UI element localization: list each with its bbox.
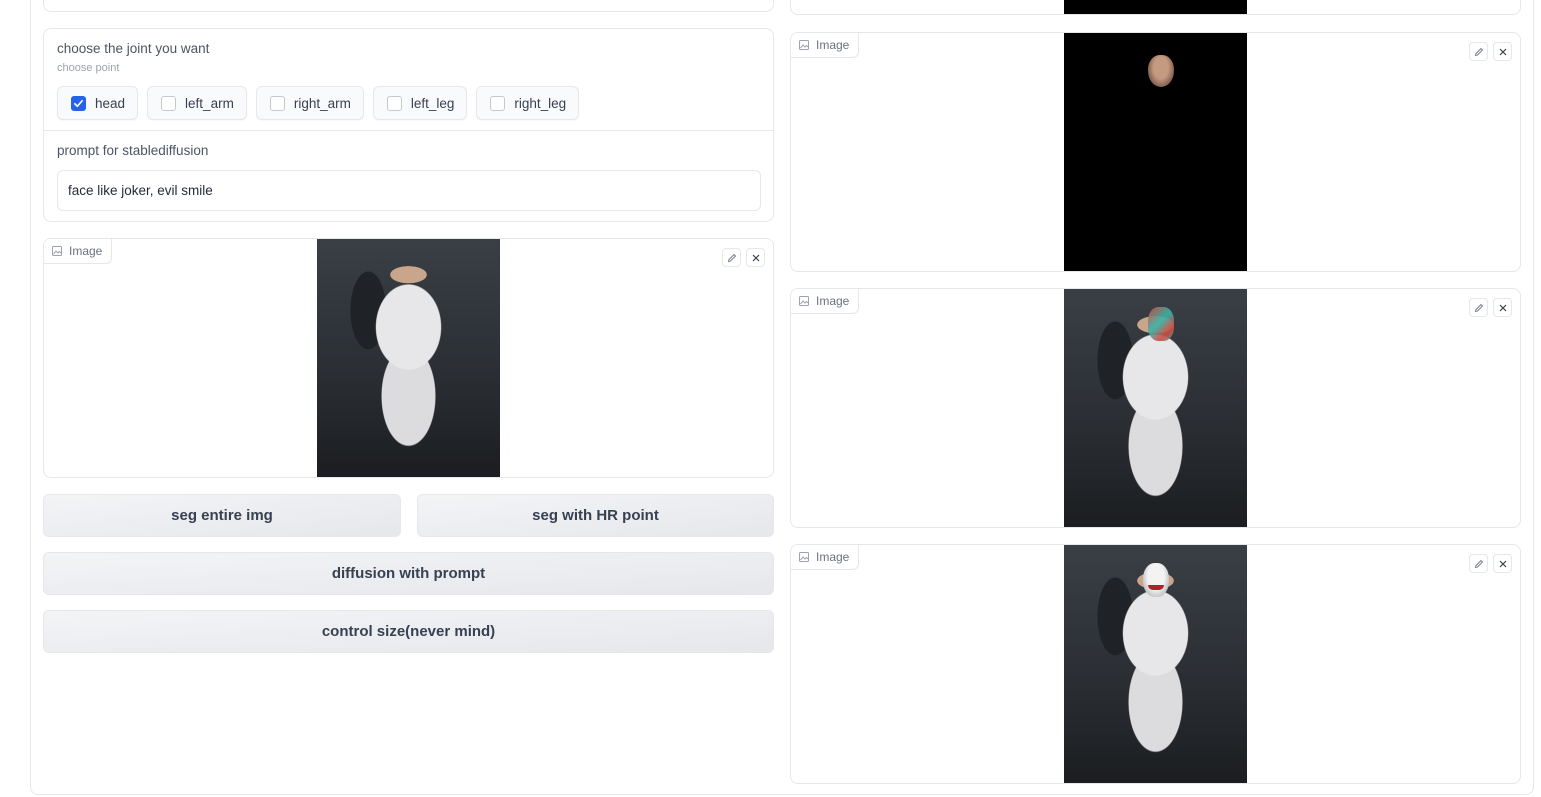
checkbox-label: head — [95, 95, 126, 111]
checkbox-unchecked-icon[interactable] — [161, 95, 177, 111]
input-image-panel[interactable]: Image — [43, 238, 774, 478]
image-label-tag: Image — [44, 239, 113, 264]
checkbox-unchecked-icon[interactable] — [386, 95, 402, 111]
image-toolbar — [1469, 298, 1512, 317]
segmented-head-overlay — [1148, 307, 1174, 341]
image-label-text: Image — [816, 294, 850, 308]
checkbox-label: right_arm — [293, 95, 351, 111]
edit-button[interactable] — [1469, 554, 1488, 573]
image-toolbar — [722, 248, 765, 267]
checkbox-label: right_leg — [514, 95, 567, 111]
checkbox-label: left_arm — [185, 95, 234, 111]
joint-checkbox-group: head left_arm right_arm left_leg right_l… — [57, 86, 580, 120]
image-icon — [799, 552, 809, 562]
clear-button[interactable] — [1493, 554, 1512, 573]
close-icon — [752, 254, 759, 261]
joint-info: choose point — [57, 62, 120, 74]
edit-button[interactable] — [722, 248, 741, 267]
clipped-mask-photo — [1064, 0, 1247, 14]
prompt-input[interactable] — [57, 170, 761, 211]
joker-smile — [1148, 585, 1164, 590]
control-size-button[interactable]: control size(never mind) — [43, 610, 774, 653]
close-icon — [1499, 48, 1506, 55]
clipped-input-block — [43, 0, 774, 12]
clear-button[interactable] — [746, 248, 765, 267]
seg-with-hr-point-button[interactable]: seg with HR point — [417, 494, 774, 537]
edit-button[interactable] — [1469, 42, 1488, 61]
diffusion-photo — [1064, 545, 1247, 783]
image-icon — [799, 40, 809, 50]
image-toolbar — [1469, 42, 1512, 61]
mask-photo — [1064, 33, 1247, 271]
checkbox-left-leg[interactable]: left_leg — [372, 86, 468, 120]
image-icon — [799, 296, 809, 306]
pencil-icon — [1474, 47, 1483, 56]
close-icon — [1499, 304, 1506, 311]
pencil-icon — [1474, 303, 1483, 312]
image-label-tag: Image — [791, 545, 860, 570]
close-icon — [1499, 560, 1506, 567]
masked-head — [1148, 55, 1174, 87]
pencil-icon — [727, 253, 736, 262]
output-image-panel-segmentation[interactable]: Image — [790, 288, 1521, 528]
pencil-icon — [1474, 559, 1483, 568]
checkbox-unchecked-icon[interactable] — [269, 95, 285, 111]
diffusion-with-prompt-button[interactable]: diffusion with prompt — [43, 552, 774, 595]
section-divider — [44, 130, 773, 131]
image-icon — [52, 246, 62, 256]
joint-settings-panel: choose the joint you want choose point h… — [43, 28, 774, 222]
checkbox-unchecked-icon[interactable] — [490, 95, 506, 111]
checkbox-label: left_leg — [410, 95, 455, 111]
image-label-tag: Image — [791, 33, 860, 58]
prompt-label: prompt for stablediffusion — [57, 143, 209, 158]
clear-button[interactable] — [1493, 42, 1512, 61]
checkbox-left-arm[interactable]: left_arm — [147, 86, 247, 120]
clipped-output-panel — [790, 0, 1521, 15]
edit-button[interactable] — [1469, 298, 1488, 317]
segmentation-photo — [1064, 289, 1247, 527]
clear-button[interactable] — [1493, 298, 1512, 317]
checkbox-right-leg[interactable]: right_leg — [476, 86, 580, 120]
output-image-panel-mask[interactable]: Image — [790, 32, 1521, 272]
joker-face — [1143, 563, 1169, 597]
image-label-text: Image — [816, 550, 850, 564]
input-photo — [317, 239, 500, 477]
image-toolbar — [1469, 554, 1512, 573]
image-label-text: Image — [816, 38, 850, 52]
image-label-tag: Image — [791, 289, 860, 314]
output-image-panel-diffusion[interactable]: Image — [790, 544, 1521, 784]
checkbox-head[interactable]: head — [57, 86, 139, 120]
checkbox-right-arm[interactable]: right_arm — [255, 86, 364, 120]
joint-label: choose the joint you want — [57, 41, 210, 56]
checkbox-checked-icon[interactable] — [71, 95, 86, 111]
image-label-text: Image — [69, 244, 103, 258]
seg-entire-img-button[interactable]: seg entire img — [43, 494, 401, 537]
